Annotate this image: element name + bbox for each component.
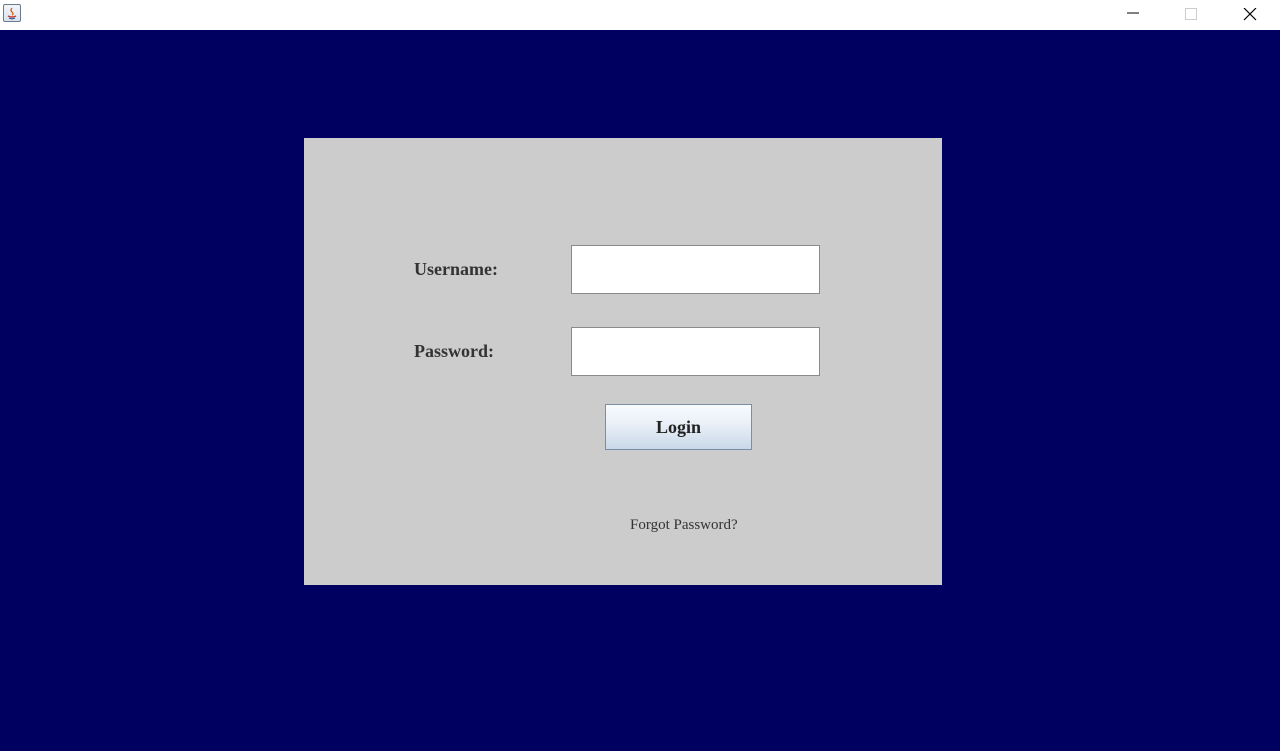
java-app-icon[interactable] (3, 4, 21, 22)
username-label: Username: (414, 259, 498, 279)
forgot-password-link[interactable]: Forgot Password? (630, 517, 738, 534)
maximize-icon (1185, 8, 1197, 20)
login-window: Username: Password: Login Forgot Passwor… (0, 0, 1283, 751)
login-panel: Username: Password: Login Forgot Passwor… (304, 138, 942, 585)
maximize-button[interactable] (1162, 0, 1220, 30)
title-bar[interactable] (0, 0, 1283, 30)
minimize-button[interactable] (1104, 0, 1162, 30)
close-icon (1243, 8, 1257, 21)
password-label: Password: (414, 341, 494, 361)
close-button[interactable] (1221, 0, 1279, 30)
content-area: Username: Password: Login Forgot Passwor… (0, 30, 1280, 751)
minimize-icon (1127, 12, 1139, 14)
password-field[interactable] (571, 327, 820, 376)
username-field[interactable] (571, 245, 820, 294)
login-button[interactable]: Login (605, 404, 752, 450)
